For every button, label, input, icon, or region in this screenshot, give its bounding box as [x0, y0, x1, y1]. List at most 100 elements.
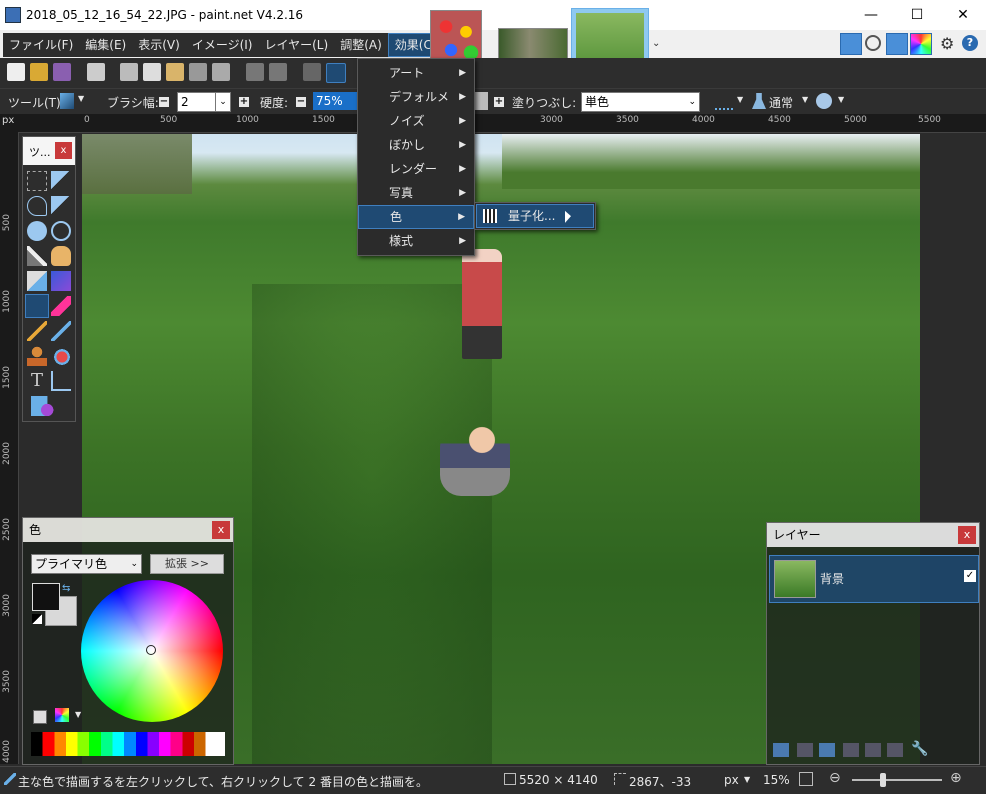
color-palette[interactable]: [31, 732, 225, 756]
unit-dropdown-icon[interactable]: ▼: [744, 775, 750, 784]
clone-stamp-tool-icon[interactable]: [27, 346, 47, 366]
unit-select[interactable]: px: [724, 773, 739, 787]
brush-width-dropdown-icon[interactable]: ⌄: [215, 92, 231, 112]
rectangle-select-tool-icon[interactable]: [27, 171, 47, 191]
gradient-tool-icon[interactable]: [51, 271, 71, 291]
menu-file[interactable]: ファイル(F): [3, 33, 79, 57]
image-tab-thumbnail-1[interactable]: [430, 10, 482, 64]
recolor-tool-icon[interactable]: [51, 346, 71, 366]
redo-icon[interactable]: [269, 63, 287, 81]
tool-dropdown-icon[interactable]: ▼: [78, 94, 84, 103]
effects-menu-item-blur[interactable]: ぼかし ▶: [358, 133, 474, 157]
paint-bucket-tool-icon[interactable]: [27, 271, 47, 291]
zoom-in-icon[interactable]: ⊕: [950, 770, 962, 786]
pan-tool-icon[interactable]: [51, 246, 71, 266]
hardness-increase-button[interactable]: +: [494, 97, 504, 107]
thumbnails-scroll-icon[interactable]: ⌄: [652, 38, 660, 49]
color-wheel[interactable]: [81, 580, 223, 722]
palette-menu-icon[interactable]: [55, 708, 69, 722]
move-selected-pixels-tool-icon[interactable]: [51, 171, 71, 191]
open-file-icon[interactable]: [30, 63, 48, 81]
expand-button[interactable]: 拡張 >>: [150, 554, 224, 574]
antialiasing-dropdown-icon[interactable]: ▼: [737, 95, 743, 104]
colors-toggle-icon[interactable]: [910, 33, 932, 55]
effects-menu-item-artistic[interactable]: アート ▶: [358, 61, 474, 85]
move-selection-tool-icon[interactable]: [51, 196, 71, 216]
paste-icon[interactable]: [166, 63, 184, 81]
zoom-tool-icon[interactable]: [51, 221, 71, 241]
effects-menu-item-stylize[interactable]: 様式 ▶: [358, 229, 474, 253]
effects-menu-item-photo[interactable]: 写真 ▶: [358, 181, 474, 205]
zoom-value[interactable]: 15%: [763, 773, 790, 787]
move-layer-down-icon[interactable]: [887, 743, 903, 757]
color-mode-select[interactable]: プライマリ色 ⌄: [31, 554, 142, 574]
zoom-out-icon[interactable]: ⊖: [829, 770, 841, 786]
print-icon[interactable]: [87, 63, 105, 81]
color-wheel-selector[interactable]: [146, 645, 156, 655]
lasso-select-tool-icon[interactable]: [27, 196, 47, 216]
new-file-icon[interactable]: [7, 63, 25, 81]
deselect-icon[interactable]: [212, 63, 230, 81]
menu-edit[interactable]: 編集(E): [79, 33, 132, 57]
colors-panel-close-button[interactable]: x: [212, 521, 230, 539]
color-submenu-item-quantize[interactable]: 量子化...: [476, 204, 594, 228]
settings-gear-icon[interactable]: ⚙: [940, 34, 954, 53]
primary-color-swatch[interactable]: [32, 583, 60, 611]
menu-layers[interactable]: レイヤー(L): [258, 33, 334, 57]
layer-properties-icon[interactable]: 🔧: [911, 741, 928, 757]
maximize-button[interactable]: ☐: [894, 0, 940, 30]
tools-panel-close-button[interactable]: x: [55, 142, 72, 159]
merge-layer-down-icon[interactable]: [843, 743, 859, 757]
delete-layer-icon[interactable]: [797, 743, 813, 757]
palette-dropdown-icon[interactable]: ▼: [75, 710, 81, 719]
swap-colors-icon[interactable]: ⇆: [62, 583, 70, 594]
undo-icon[interactable]: [246, 63, 264, 81]
color-picker-tool-icon[interactable]: [51, 321, 71, 341]
help-icon[interactable]: ?: [962, 35, 978, 51]
zoom-slider[interactable]: [852, 773, 942, 787]
hardness-slider[interactable]: 75%: [313, 92, 360, 110]
paintbrush-tool-icon-selected[interactable]: [25, 294, 49, 318]
zoom-slider-thumb[interactable]: [880, 773, 886, 787]
effects-menu-item-render[interactable]: レンダー ▶: [358, 157, 474, 181]
history-icon[interactable]: [865, 35, 881, 51]
ellipse-select-tool-icon[interactable]: [27, 221, 47, 241]
shapes-tool-icon[interactable]: [31, 396, 67, 416]
add-layer-icon[interactable]: [773, 743, 789, 757]
layers-panel-close-button[interactable]: x: [958, 526, 976, 544]
effects-menu-item-noise[interactable]: ノイズ ▶: [358, 109, 474, 133]
brush-width-input[interactable]: 2: [177, 92, 218, 112]
antialiasing-icon[interactable]: [715, 94, 733, 110]
text-tool-icon[interactable]: T: [27, 371, 47, 391]
duplicate-layer-icon[interactable]: [819, 743, 835, 757]
effects-menu-item-color[interactable]: 色 ▶: [358, 205, 474, 229]
hardness-decrease-button[interactable]: −: [296, 97, 306, 107]
layer-visibility-checkbox[interactable]: ✓: [964, 570, 976, 582]
blend-mode-value[interactable]: 通常: [769, 94, 793, 111]
menu-image[interactable]: イメージ(I): [186, 33, 259, 57]
crop-icon[interactable]: [189, 63, 207, 81]
selection-quality-icon[interactable]: [816, 93, 832, 109]
zoom-to-window-icon[interactable]: [799, 772, 813, 786]
menu-view[interactable]: 表示(V): [132, 33, 186, 57]
line-curve-tool-icon[interactable]: [51, 371, 71, 391]
add-to-palette-icon[interactable]: [33, 710, 47, 724]
move-layer-up-icon[interactable]: [865, 743, 881, 757]
menu-adjustments[interactable]: 調整(A): [334, 33, 388, 57]
layer-row-background[interactable]: 背景 ✓: [769, 555, 979, 603]
effects-menu-item-distort[interactable]: デフォルメ ▶: [358, 85, 474, 109]
close-window-button[interactable]: ✕: [940, 0, 986, 30]
blend-mode-dropdown-icon[interactable]: ▼: [802, 95, 808, 104]
reset-colors-icon[interactable]: [32, 614, 42, 624]
hardness-slider-end[interactable]: [474, 92, 488, 110]
save-file-icon[interactable]: [53, 63, 71, 81]
brush-width-increase-button[interactable]: +: [239, 97, 249, 107]
magic-wand-tool-icon[interactable]: [27, 246, 47, 266]
layers-toggle-icon[interactable]: [886, 33, 908, 55]
grid-icon[interactable]: [303, 63, 321, 81]
tools-toggle-icon[interactable]: [840, 33, 862, 55]
eraser-tool-icon[interactable]: [51, 296, 71, 316]
paintbrush-tool-icon[interactable]: [60, 93, 74, 109]
pencil-tool-icon[interactable]: [27, 321, 47, 341]
ruler-icon[interactable]: [326, 63, 346, 83]
